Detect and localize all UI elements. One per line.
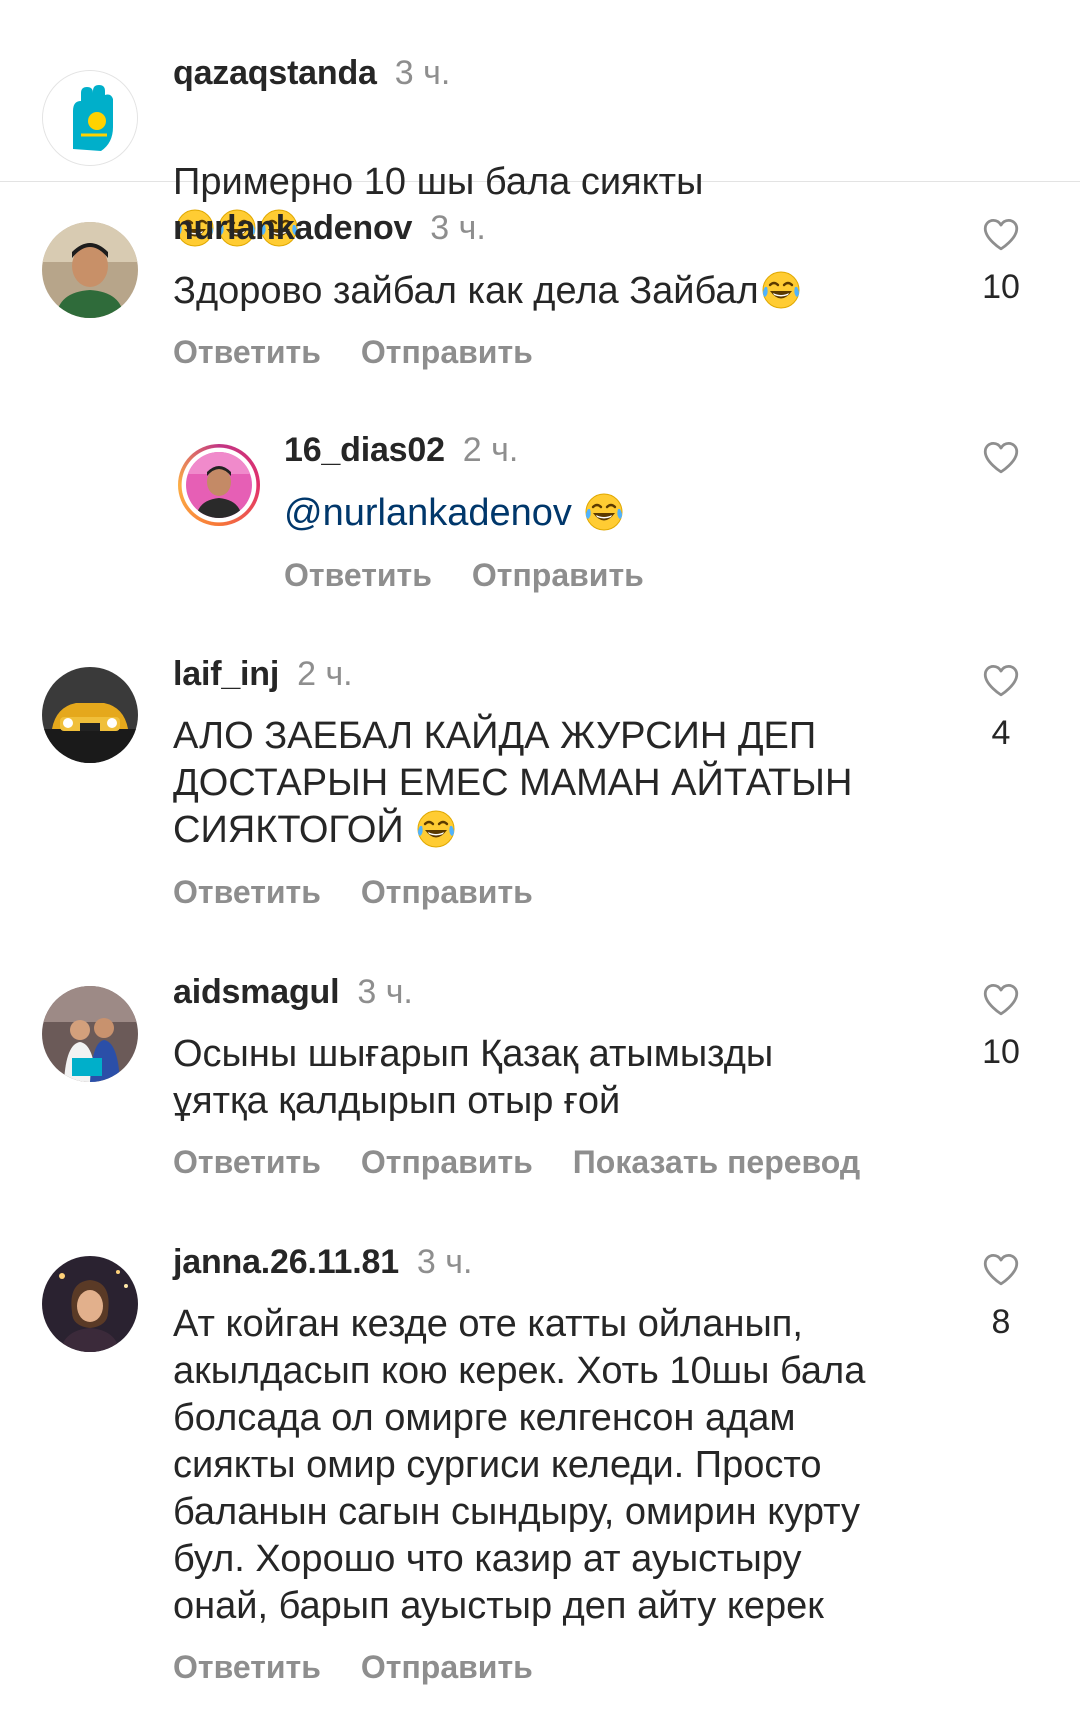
caption-header: qazaqstanda 3 ч.: [173, 53, 450, 93]
show-translation-button[interactable]: Показать перевод: [573, 1144, 860, 1180]
send-button[interactable]: Отправить: [361, 874, 533, 910]
face-with-tears-of-joy-icon: [584, 492, 624, 532]
like-control: 10: [976, 213, 1026, 307]
avatar[interactable]: [42, 667, 138, 763]
reply-button[interactable]: Ответить: [173, 874, 321, 910]
send-button[interactable]: Отправить: [361, 334, 533, 370]
heart-icon[interactable]: [980, 213, 1022, 255]
like-count: 10: [982, 268, 1020, 306]
heart-icon[interactable]: [980, 436, 1022, 478]
comment-actions: Ответить Отправить: [173, 332, 573, 372]
like-control: 10: [976, 978, 1026, 1072]
reply-button[interactable]: Ответить: [173, 1144, 321, 1180]
comment-text: АЛО ЗАЕБАЛ КАЙДА ЖУРСИН ДЕП ДОСТАРЫН ЕМЕ…: [173, 713, 852, 854]
comment-actions: Ответить Отправить: [173, 1647, 573, 1687]
avatar[interactable]: [42, 986, 138, 1082]
face-with-tears-of-joy-icon: [416, 809, 456, 849]
face-with-tears-of-joy-icon: [761, 270, 801, 310]
like-control: 8: [976, 1248, 1026, 1342]
comment-header: laif_inj 2 ч.: [173, 654, 353, 694]
caption-comment: qazaqstanda 3 ч. Примерно 10 шы бала сияк…: [0, 0, 1080, 182]
username[interactable]: aidsmagul: [173, 973, 340, 1011]
like-count: 8: [991, 1303, 1011, 1341]
timestamp: 3 ч.: [357, 973, 413, 1011]
timestamp: 3 ч.: [430, 209, 486, 247]
comment-actions: Ответить Отправить Показать перевод: [173, 1142, 900, 1182]
like-control: [976, 436, 1026, 478]
like-count: 10: [982, 1033, 1020, 1071]
heart-icon[interactable]: [980, 659, 1022, 701]
timestamp: 3 ч.: [416, 1243, 473, 1281]
avatar[interactable]: [178, 444, 260, 526]
reply-button[interactable]: Ответить: [284, 557, 432, 593]
comment-text-content: АЛО ЗАЕБАЛ КАЙДА ЖУРСИН ДЕП ДОСТАРЫН ЕМЕ…: [173, 715, 853, 851]
comment-text: Осыны шығарып Қазақ атымызды ұятқа қалды…: [173, 1033, 774, 1122]
comment-text-content: Здорово зайбал как дела Зайбал: [173, 270, 759, 312]
username[interactable]: laif_inj: [173, 655, 279, 693]
heart-icon[interactable]: [980, 978, 1022, 1020]
timestamp: 2 ч.: [297, 655, 353, 693]
timestamp: 2 ч.: [462, 431, 519, 469]
reply-button[interactable]: Ответить: [173, 334, 321, 370]
like-control: 4: [976, 659, 1026, 753]
comment-text: Здорово зайбал как дела Зайбал: [173, 268, 801, 315]
send-button[interactable]: Отправить: [361, 1649, 533, 1685]
username[interactable]: janna.26.11.81: [173, 1243, 399, 1281]
send-button[interactable]: Отправить: [361, 1144, 533, 1180]
reply-button[interactable]: Ответить: [173, 1649, 321, 1685]
comment-text: Ат койган кезде оте катты ойланып, акылд…: [173, 1303, 866, 1627]
comment-header: 16_dias02 2 ч.: [284, 430, 518, 470]
avatar[interactable]: [42, 1256, 138, 1352]
mention-link[interactable]: @nurlankadenov: [284, 492, 572, 534]
timestamp: 3 ч.: [394, 54, 451, 92]
username[interactable]: qazaqstanda: [173, 54, 377, 92]
caption-text: Примерно 10 шы бала сиякты: [173, 161, 704, 203]
avatar[interactable]: [42, 70, 138, 166]
comment-header: nurlankadenov 3 ч.: [173, 208, 486, 248]
like-count: 4: [991, 714, 1011, 752]
heart-icon[interactable]: [980, 1248, 1022, 1290]
send-button[interactable]: Отправить: [472, 557, 644, 593]
comment-text: @nurlankadenov: [284, 490, 624, 537]
comment-header: aidsmagul 3 ч.: [173, 972, 413, 1012]
comment-header: janna.26.11.81 3 ч.: [173, 1242, 472, 1282]
comment-actions: Ответить Отправить: [173, 872, 573, 912]
username[interactable]: nurlankadenov: [173, 209, 412, 247]
username[interactable]: 16_dias02: [284, 431, 445, 469]
avatar[interactable]: [42, 222, 138, 318]
comment-actions: Ответить Отправить: [284, 555, 684, 595]
